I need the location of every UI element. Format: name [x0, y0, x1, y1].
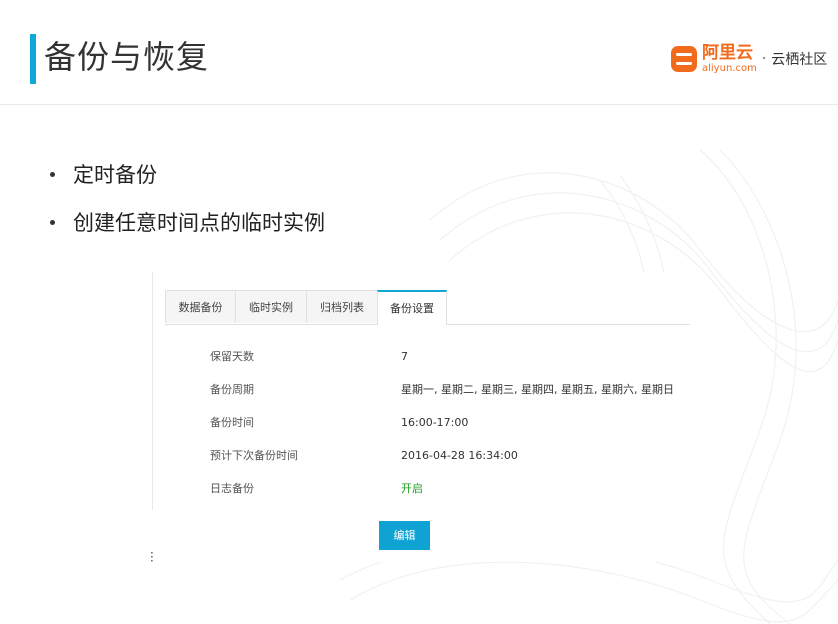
- field-value: 16:00-17:00: [401, 416, 469, 429]
- more-vertical-icon: · · ·: [150, 546, 154, 568]
- header-divider: [0, 104, 838, 105]
- log-backup-status: 开启: [401, 482, 423, 495]
- tab-data-backup[interactable]: 数据备份: [165, 290, 236, 323]
- bullet-list: 定时备份 创建任意时间点的临时实例: [50, 150, 325, 246]
- field-row-log-backup: 日志备份 开启: [210, 472, 680, 506]
- panel-left-border: [152, 272, 153, 510]
- bullet-dot: [50, 219, 55, 225]
- logo-separator: ·: [761, 51, 767, 67]
- tab-archive-list[interactable]: 归档列表: [306, 290, 378, 323]
- field-row-backup-time: 备份时间 16:00-17:00: [210, 406, 680, 440]
- field-label: 预计下次备份时间: [210, 449, 298, 462]
- field-label: 备份周期: [210, 383, 254, 396]
- field-label: 备份时间: [210, 416, 254, 429]
- bullet-dot: [50, 171, 55, 177]
- aliyun-logo: 阿里云 aliyun.com · 云栖社区: [670, 42, 827, 76]
- edit-button[interactable]: 编辑: [379, 521, 430, 550]
- field-value: 星期一, 星期二, 星期三, 星期四, 星期五, 星期六, 星期日: [401, 383, 674, 396]
- field-row-backup-cycle: 备份周期 星期一, 星期二, 星期三, 星期四, 星期五, 星期六, 星期日: [210, 373, 680, 407]
- slide-title: 备份与恢复: [44, 38, 210, 76]
- field-value: 7: [401, 350, 408, 363]
- tab-temp-instance[interactable]: 临时实例: [235, 290, 307, 323]
- logo-community-text: 云栖社区: [771, 52, 828, 68]
- slide: 备份与恢复 阿里云 aliyun.com · 云栖社区 定时备份 创建任意时间点…: [0, 0, 838, 624]
- bullet-text: 定时备份: [73, 163, 157, 187]
- field-row-next-backup-time: 预计下次备份时间 2016-04-28 16:34:00: [210, 439, 680, 473]
- bullet-item: 创建任意时间点的临时实例: [50, 198, 325, 246]
- logo-domain-text: aliyun.com: [702, 62, 757, 74]
- bullet-text: 创建任意时间点的临时实例: [73, 211, 325, 235]
- logo-brand-text: 阿里云: [702, 42, 753, 63]
- bullet-item: 定时备份: [50, 150, 325, 198]
- tab-backup-settings[interactable]: 备份设置: [377, 290, 447, 325]
- field-label: 日志备份: [210, 482, 254, 495]
- title-accent-bar: [30, 34, 36, 84]
- aliyun-cloud-icon: [671, 46, 697, 72]
- field-value: 2016-04-28 16:34:00: [401, 449, 518, 462]
- field-label: 保留天数: [210, 350, 254, 363]
- field-row-retention-days: 保留天数 7: [210, 340, 680, 374]
- tab-bar: 数据备份 临时实例 归档列表 备份设置: [165, 290, 690, 325]
